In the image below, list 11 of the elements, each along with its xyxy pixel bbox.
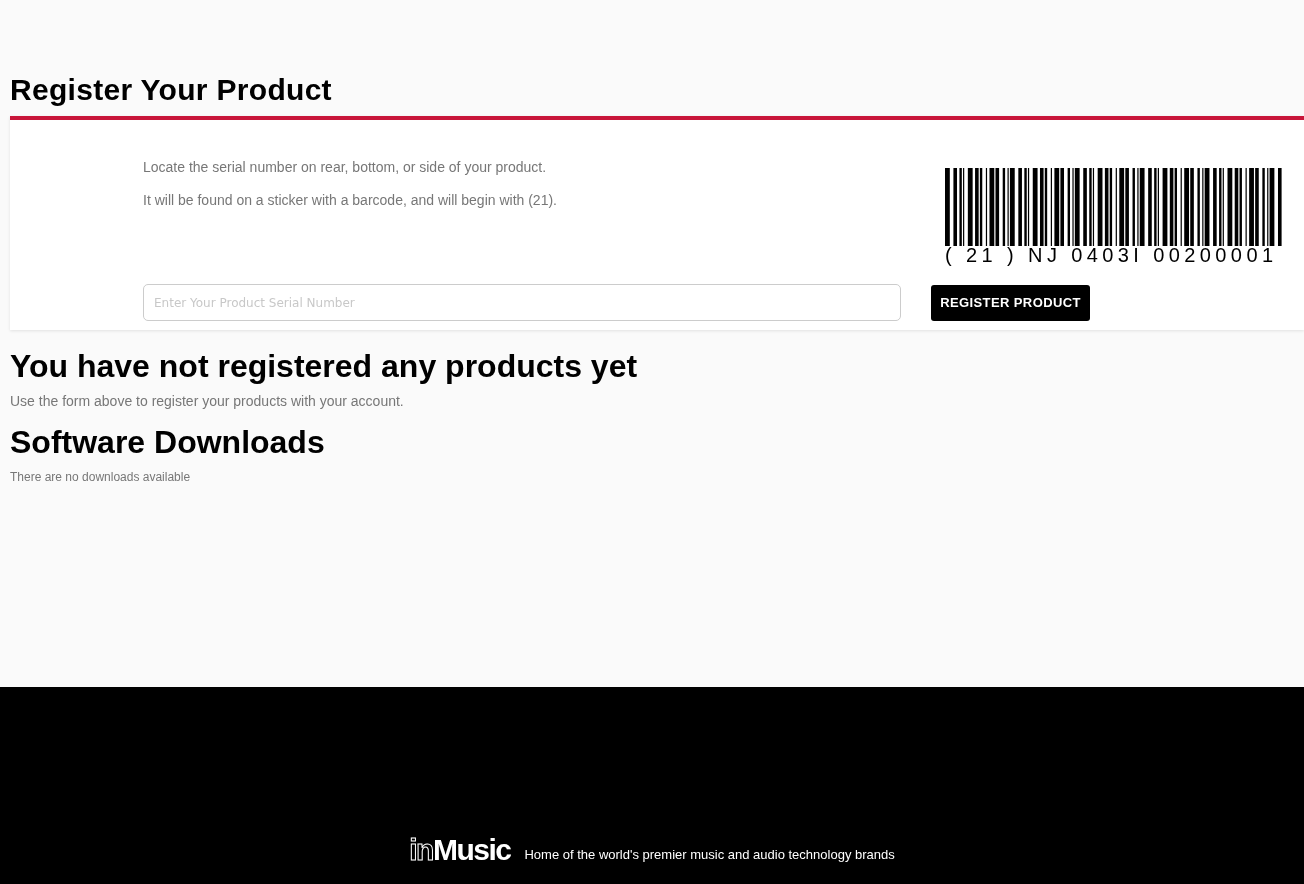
page-title: Register Your Product [10, 72, 333, 108]
footer-tagline: Home of the world's premier music and audio technology brands [524, 847, 895, 864]
instruction-text: It will be found on a sticker with a barcode, and will begin with (21). [143, 191, 558, 210]
empty-message: Use the form above to register your products with your account. [10, 392, 405, 410]
brand-logo: inMusic [409, 835, 511, 865]
instruction-text: Locate the serial number on rear, bottom, or side of your product. [143, 158, 548, 177]
section-heading: You have not registered any products yet [10, 348, 639, 384]
barcode-caption: ( 21 ) NJ 0403I 00200001 [945, 246, 1278, 264]
register-product-button[interactable]: REGISTER PRODUCT [931, 284, 1090, 321]
empty-message: There are no downloads available [10, 469, 192, 486]
section-heading: Software Downloads [10, 424, 326, 460]
